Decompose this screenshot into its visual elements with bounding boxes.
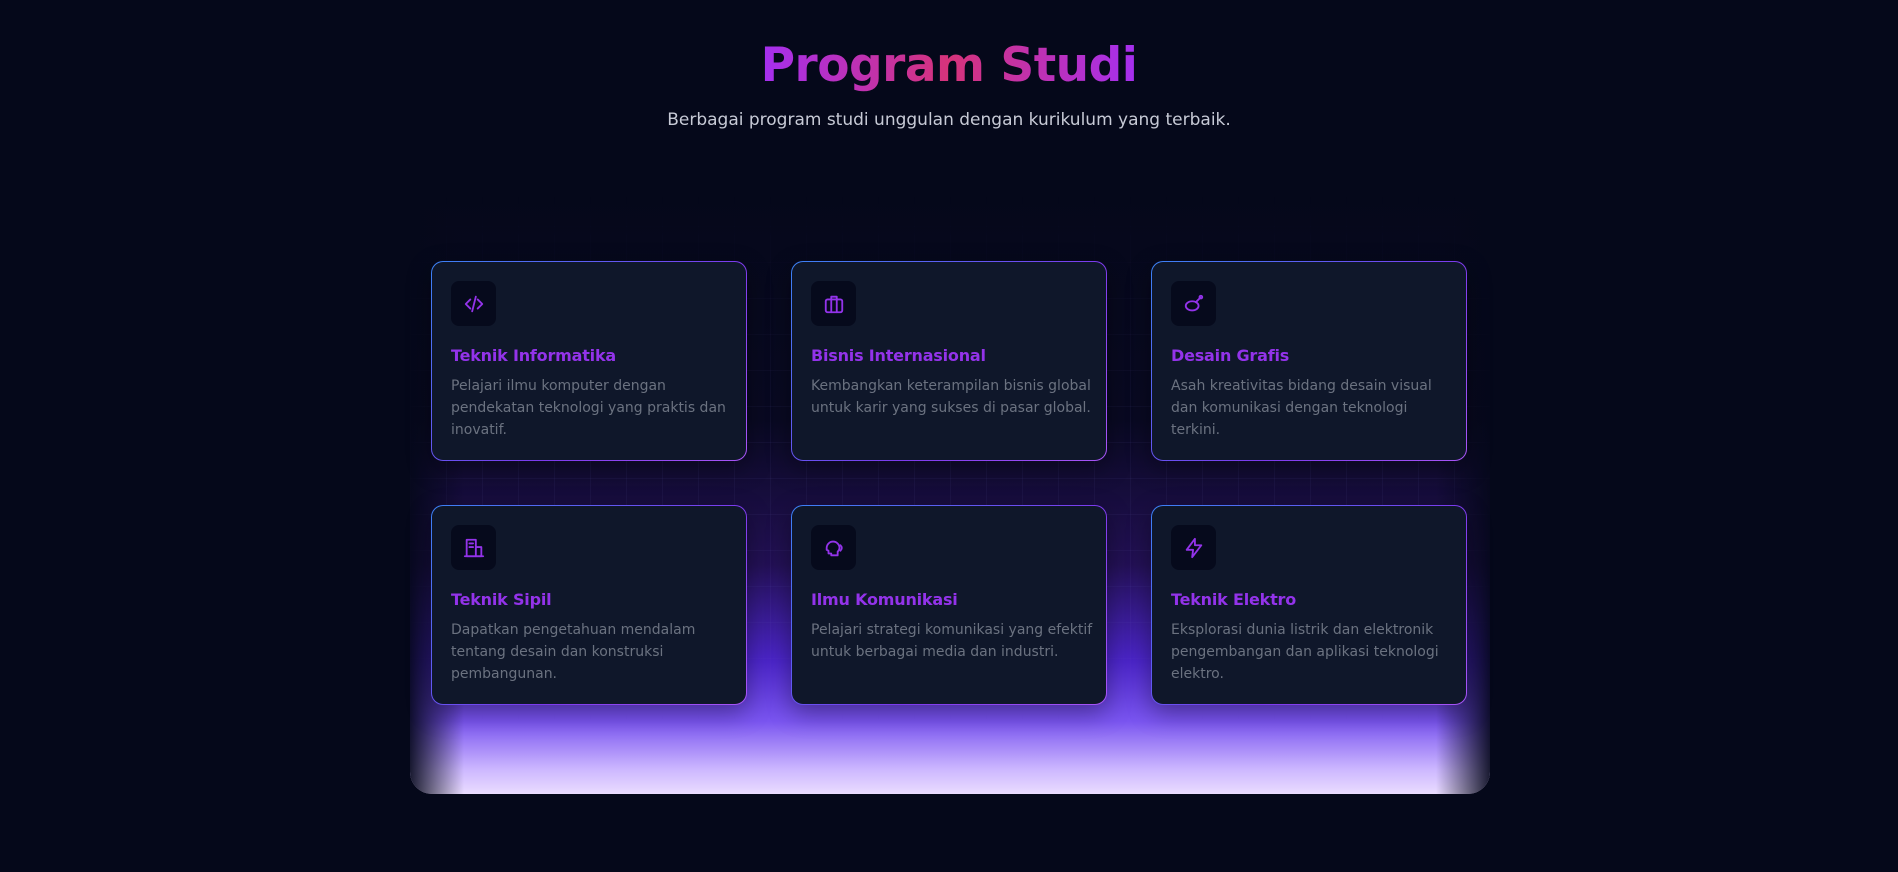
code-icon — [464, 295, 483, 312]
icon-container — [1171, 525, 1216, 570]
program-card-teknik-sipil[interactable]: Teknik Sipil Dapatkan pengetahuan mendal… — [431, 505, 747, 705]
icon-container — [811, 525, 856, 570]
program-card-bisnis-internasional[interactable]: Bisnis Internasional Kembangkan keteramp… — [791, 261, 1107, 461]
program-card-teknik-elektro[interactable]: Teknik Elektro Eksplorasi dunia listrik … — [1151, 505, 1467, 705]
program-title: Desain Grafis — [1171, 346, 1290, 365]
lightning-bolt-icon — [1185, 537, 1202, 558]
icon-container — [451, 525, 496, 570]
program-title: Ilmu Komunikasi — [811, 590, 958, 609]
program-card-desain-grafis[interactable]: Desain Grafis Asah kreativitas bidang de… — [1151, 261, 1467, 461]
program-card-teknik-informatika[interactable]: Teknik Informatika Pelajari ilmu kompute… — [431, 261, 747, 461]
briefcase-icon — [824, 295, 843, 313]
icon-container — [1171, 281, 1216, 326]
program-description: Dapatkan pengetahuan mendalam tentang de… — [451, 622, 696, 682]
program-title: Bisnis Internasional — [811, 346, 986, 365]
page-title: Program Studi — [761, 32, 1138, 100]
program-description: Kembangkan keterampilan bisnis global un… — [811, 378, 1091, 416]
speaking-head-icon — [825, 540, 843, 556]
icon-container — [811, 281, 856, 326]
program-title: Teknik Informatika — [451, 346, 616, 365]
program-description: Asah kreativitas bidang desain visual da… — [1171, 378, 1432, 438]
building-icon — [463, 538, 484, 557]
program-description: Pelajari strategi komunikasi yang efekti… — [811, 622, 1093, 660]
program-description: Eksplorasi dunia listrik dan elektronik … — [1171, 622, 1439, 682]
section-header: Program Studi Berbagai program studi ung… — [0, 32, 1898, 130]
icon-container — [451, 281, 496, 326]
page-subtitle: Berbagai program studi unggulan dengan k… — [667, 110, 1231, 130]
program-title: Teknik Elektro — [1171, 590, 1297, 609]
program-description: Pelajari ilmu komputer dengan pendekatan… — [451, 378, 726, 438]
program-card-ilmu-komunikasi[interactable]: Ilmu Komunikasi Pelajari strategi komuni… — [791, 505, 1107, 705]
program-title: Teknik Sipil — [451, 590, 552, 609]
paint-brush-icon — [1184, 294, 1203, 311]
